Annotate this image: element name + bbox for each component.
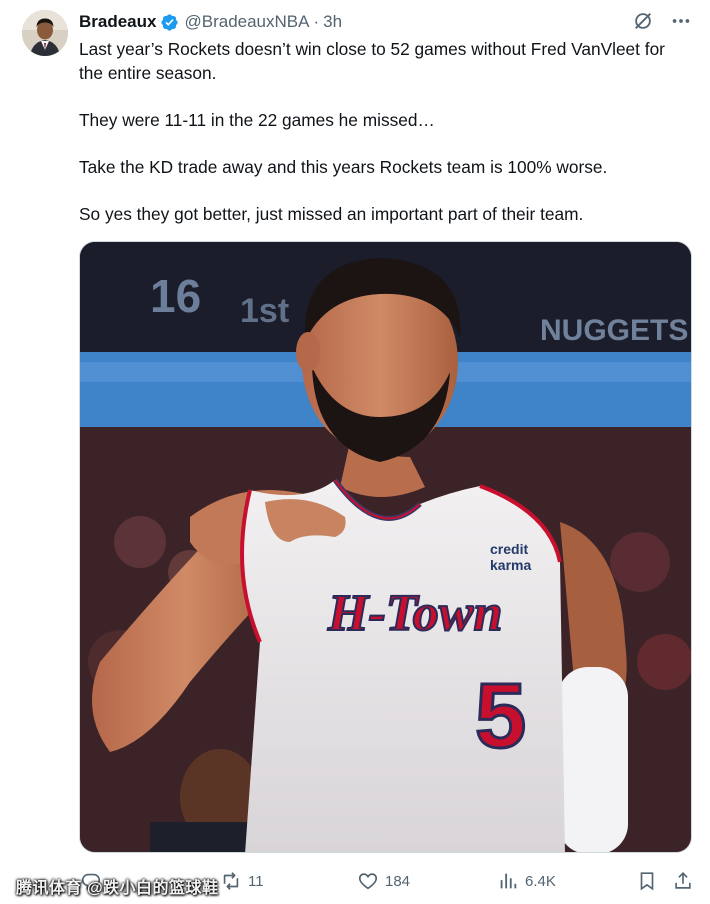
jersey-number: 5 bbox=[475, 665, 526, 767]
verified-badge-icon bbox=[160, 13, 179, 32]
scoreboard-left: 16 bbox=[150, 270, 201, 322]
tweet-photo[interactable]: 16 1st 3 NUGGETS bbox=[79, 241, 692, 853]
handle[interactable]: @BradeauxNBA bbox=[184, 12, 309, 32]
like-count: 184 bbox=[385, 872, 411, 890]
bookmark-button[interactable] bbox=[636, 870, 664, 892]
scoreboard-period: 1st bbox=[240, 292, 289, 330]
jersey-text: H-Town bbox=[327, 585, 502, 642]
like-button[interactable]: 184 bbox=[357, 870, 410, 892]
retweet-icon bbox=[223, 872, 239, 890]
top-actions bbox=[632, 10, 692, 32]
views-button[interactable]: 6.4K bbox=[497, 870, 556, 892]
jersey-sponsor-line1: credit bbox=[490, 541, 528, 557]
timestamp[interactable]: 3h bbox=[323, 12, 342, 32]
jersey-sponsor-line2: karma bbox=[490, 557, 531, 573]
more-options-icon[interactable] bbox=[670, 10, 692, 32]
heart-icon bbox=[358, 873, 378, 890]
scoreboard-team: NUGGETS bbox=[540, 314, 688, 347]
views-chart-icon bbox=[500, 873, 517, 889]
views-count: 6.4K bbox=[525, 872, 556, 890]
tweet-paragraph-4: So yes they got better, just missed an i… bbox=[79, 203, 584, 224]
tweet-paragraph-2: They were 11-11 in the 22 games he misse… bbox=[79, 109, 435, 130]
separator: · bbox=[313, 12, 320, 31]
share-button[interactable] bbox=[672, 870, 700, 892]
tweet-paragraph-1: Last year’s Rockets doesn’t win close to… bbox=[79, 39, 665, 83]
bookmark-icon bbox=[640, 872, 654, 891]
tweet-text: Last year’s Rockets doesn’t win close to… bbox=[79, 38, 679, 250]
watermark: 腾讯体育 @跌小白的篮球鞋 bbox=[16, 880, 219, 897]
retweet-count: 11 bbox=[248, 872, 264, 890]
avatar[interactable] bbox=[22, 10, 68, 56]
retweet-button[interactable]: 11 bbox=[220, 870, 264, 892]
grok-icon[interactable] bbox=[632, 10, 654, 32]
share-icon bbox=[675, 872, 691, 889]
tweet-paragraph-3: Take the KD trade away and this years Ro… bbox=[79, 156, 608, 177]
tweet-card: Bradeaux @BradeauxNBA · 3h Last year’s R… bbox=[0, 0, 710, 904]
display-name[interactable]: Bradeaux bbox=[79, 12, 156, 32]
tweet-header: Bradeaux @BradeauxNBA · 3h bbox=[79, 11, 342, 33]
